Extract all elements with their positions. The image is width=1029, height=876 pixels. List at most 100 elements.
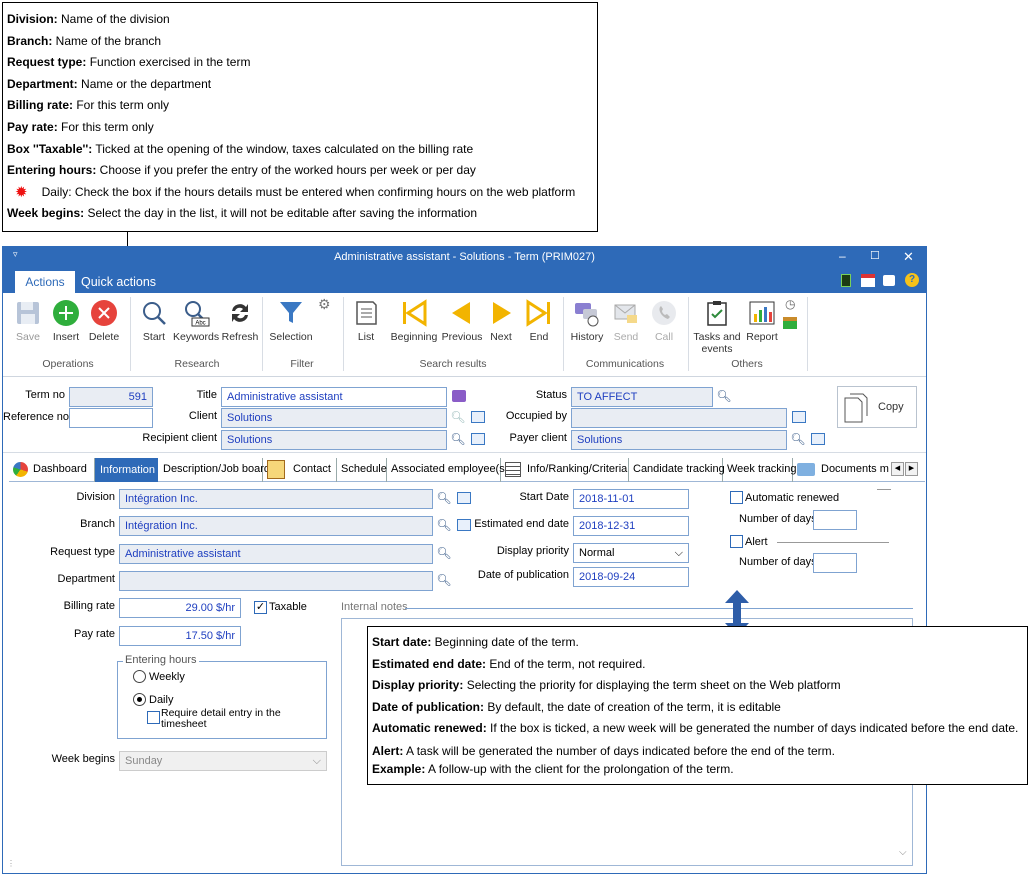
dashboard-icon (13, 462, 28, 477)
list-button[interactable]: List (351, 299, 381, 343)
minimize-icon[interactable]: – (839, 249, 846, 263)
division-field[interactable]: Intégration Inc. (119, 489, 433, 509)
history-button[interactable]: History (569, 299, 605, 343)
tab-candidate-tracking[interactable]: Candidate tracking (629, 458, 725, 482)
selection-button[interactable]: Selection (267, 299, 315, 343)
lock-icon[interactable] (883, 275, 895, 286)
refresh-button[interactable]: Refresh (220, 299, 260, 343)
department-search-icon[interactable]: 🔍︎ (435, 571, 453, 589)
save-button[interactable]: Save (11, 299, 45, 343)
renew-days-field[interactable] (813, 510, 857, 530)
send-button[interactable]: Send (609, 299, 643, 343)
priority-select[interactable]: Normal ⌵ (573, 543, 689, 563)
call-button[interactable]: Call (647, 299, 681, 343)
keywords-label: Keywords (173, 331, 220, 343)
weekly-radio[interactable] (133, 670, 146, 683)
request-type-field[interactable]: Administrative assistant (119, 544, 433, 564)
branch-search-icon[interactable]: 🔍︎ (435, 516, 453, 534)
term-no-field[interactable]: 591 (69, 387, 153, 407)
occupied-open-icon[interactable] (790, 408, 808, 426)
publication-field[interactable]: 2018-09-24 (573, 567, 689, 587)
calendar-icon[interactable] (861, 274, 875, 287)
tab-scroll-left[interactable]: ◀ (891, 462, 904, 476)
window-title: Administrative assistant - Solutions - T… (334, 251, 595, 263)
division-search-icon[interactable]: 🔍︎ (435, 489, 453, 507)
occupied-field[interactable] (571, 408, 787, 428)
tab-actions[interactable]: Actions (15, 271, 75, 293)
request-search-icon[interactable]: 🔍︎ (435, 544, 453, 562)
tab-quick-actions[interactable]: Quick actions (81, 273, 156, 291)
reference-label: Reference no (3, 411, 70, 423)
payer-search-icon[interactable]: 🔍︎ (789, 430, 807, 448)
require-detail-checkbox[interactable] (147, 711, 160, 724)
alert-days-field[interactable] (813, 553, 857, 573)
client-search-icon[interactable]: 🔍︎ (449, 408, 467, 426)
recipient-open-icon[interactable] (469, 430, 487, 448)
taxable-checkbox[interactable]: ✓ (254, 601, 267, 614)
client-open-icon[interactable] (469, 408, 487, 426)
scroll-down-icon[interactable]: ⌵ (899, 847, 907, 858)
reference-field[interactable] (69, 408, 153, 428)
tab-associated-employees[interactable]: Associated employee(s) (387, 458, 508, 482)
copy-icon (844, 393, 868, 423)
gear-icon[interactable]: ⚙ (318, 296, 331, 313)
annotation-term: Date of publication: (372, 699, 484, 714)
tab-info-ranking[interactable]: Info/Ranking/Criteria (501, 458, 629, 482)
copy-button[interactable]: Copy (837, 386, 917, 428)
calculator-icon[interactable] (841, 274, 851, 287)
help-icon[interactable]: ? (905, 273, 919, 287)
daily-radio[interactable] (133, 693, 146, 706)
week-begins-select[interactable]: Sunday ⌵ (119, 751, 327, 771)
group-operations: Operations (42, 358, 94, 370)
next-button[interactable]: Next (485, 299, 517, 343)
beginning-button[interactable]: Beginning (388, 299, 440, 343)
report-button[interactable]: Report (743, 299, 781, 343)
end-date-field[interactable]: 2018-12-31 (573, 516, 689, 536)
tab-schedule[interactable]: Schedule (337, 458, 387, 482)
tab-information[interactable]: Information (95, 458, 158, 482)
annotation-bottom-list: Start date: Beginning date of the term. E… (372, 627, 1027, 777)
annotation-line: Pay rate: For this term only (7, 117, 597, 139)
tab-dashboard[interactable]: Dashboard (9, 458, 95, 482)
clock-icon[interactable]: ◷ (785, 297, 795, 311)
payer-field[interactable]: Solutions (571, 430, 787, 450)
resize-grip[interactable]: ⋮ (7, 859, 15, 868)
tasks-events-button[interactable]: Tasks and events (693, 299, 741, 355)
download-icon[interactable] (783, 317, 797, 329)
recipient-field[interactable]: Solutions (221, 430, 447, 450)
end-button[interactable]: End (523, 299, 555, 343)
delete-button[interactable]: Delete (87, 299, 121, 343)
tab-scroll-right[interactable]: ▶ (905, 462, 918, 476)
daily-label: Daily (149, 694, 174, 706)
status-field[interactable]: TO AFFECT (571, 387, 713, 407)
tab-week-tracking[interactable]: Week tracking (723, 458, 797, 482)
alert-checkbox[interactable] (730, 535, 743, 548)
title-field[interactable]: Administrative assistant (221, 387, 447, 407)
tab-contact[interactable]: Contact (263, 458, 337, 482)
tab-description[interactable]: Description/Job board (159, 458, 270, 482)
pay-rate-field[interactable]: 17.50 $/hr (119, 626, 241, 646)
department-field[interactable] (119, 571, 433, 591)
client-field[interactable]: Solutions (221, 408, 447, 428)
comment-icon[interactable] (450, 387, 468, 405)
start-date-field[interactable]: 2018-11-01 (573, 489, 689, 509)
close-icon[interactable]: ✕ (903, 249, 914, 265)
payer-open-icon[interactable] (809, 430, 827, 448)
insert-button[interactable]: Insert (49, 299, 83, 343)
auto-renewed-checkbox[interactable] (730, 491, 743, 504)
branch-field[interactable]: Intégration Inc. (119, 516, 433, 536)
svg-text:Abc: Abc (195, 321, 205, 327)
previous-button[interactable]: Previous (441, 299, 483, 343)
status-search-icon[interactable]: 🔍︎ (715, 387, 733, 405)
maximize-icon[interactable]: ☐ (870, 249, 880, 262)
annotation-line: Example: A follow-up with the client for… (372, 761, 1027, 777)
recipient-search-icon[interactable]: 🔍︎ (449, 430, 467, 448)
occupied-label: Occupied by (505, 410, 567, 422)
keywords-button[interactable]: Abc Keywords (173, 299, 219, 343)
daily-radio-dot (137, 697, 142, 702)
funnel-icon (280, 302, 302, 323)
start-button[interactable]: Start (137, 299, 171, 343)
tab-documents[interactable]: Documents mar (793, 458, 889, 482)
billing-rate-field[interactable]: 29.00 $/hr (119, 598, 241, 618)
recipient-label: Recipient client (142, 432, 217, 444)
